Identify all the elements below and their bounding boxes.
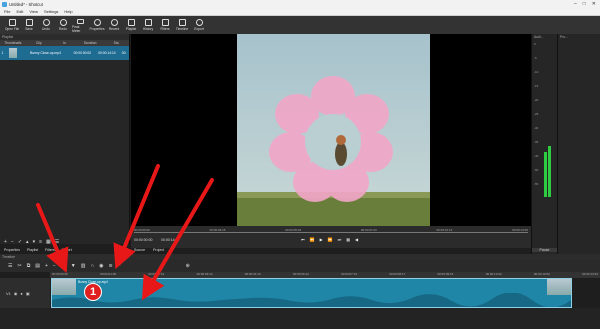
arrow-to-overwrite (113, 164, 160, 270)
step-number-badge: 1 (84, 283, 102, 301)
arrow-to-append (36, 203, 69, 274)
annotation-arrows (36, 164, 214, 301)
arrow-to-clip (141, 178, 214, 301)
